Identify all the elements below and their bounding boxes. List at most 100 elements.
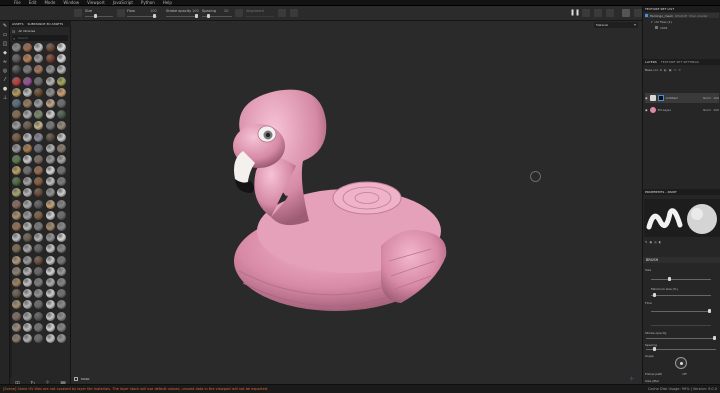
material-thumbnail[interactable] xyxy=(56,121,66,131)
flow-slider-track[interactable] xyxy=(651,311,711,312)
material-thumbnail[interactable] xyxy=(12,277,21,287)
material-thumbnail[interactable] xyxy=(34,266,44,276)
material-thumbnail[interactable] xyxy=(56,132,66,142)
material-thumbnail[interactable] xyxy=(34,132,44,142)
library-filter[interactable]: ⊟ All libraries xyxy=(10,28,71,34)
color-picker-icon[interactable]: ⁄ xyxy=(2,77,8,83)
material-thumbnail[interactable] xyxy=(23,188,33,198)
material-thumbnail[interactable] xyxy=(23,43,33,52)
material-thumbnail[interactable] xyxy=(23,154,33,164)
material-thumbnail[interactable] xyxy=(45,277,55,287)
material-thumbnail[interactable] xyxy=(34,222,44,231)
visibility-eye-icon[interactable]: ◉ xyxy=(645,108,648,112)
material-thumbnail[interactable] xyxy=(12,110,21,120)
material-thumbnail[interactable] xyxy=(34,177,44,187)
material-thumbnail[interactable] xyxy=(12,98,21,108)
material-tab-icon[interactable]: ◉ xyxy=(650,240,653,244)
material-thumbnail[interactable] xyxy=(34,300,44,310)
layer-row[interactable]: ◉ Untitled Norm 100 xyxy=(645,93,719,103)
material-thumbnail[interactable] xyxy=(45,289,55,299)
paint-mode-icon[interactable] xyxy=(622,9,630,17)
material-thumbnail[interactable] xyxy=(56,322,66,332)
material-thumbnail[interactable] xyxy=(12,289,21,299)
material-thumbnail[interactable] xyxy=(34,43,44,52)
material-thumbnail[interactable] xyxy=(12,188,21,198)
material-thumbnail[interactable] xyxy=(23,277,33,287)
material-thumbnail[interactable] xyxy=(23,132,33,142)
uv-tiles-row[interactable]: ▾ UV Tiles (1) xyxy=(651,19,672,24)
tab-layers[interactable]: LAYERS xyxy=(645,60,657,64)
material-thumbnail[interactable] xyxy=(12,322,21,332)
layer-blend-mode[interactable]: Norm xyxy=(703,96,711,100)
material-thumbnail[interactable] xyxy=(45,199,55,209)
material-thumbnail[interactable] xyxy=(23,222,33,231)
smudge-icon[interactable]: ≈ xyxy=(2,59,8,65)
material-thumbnail[interactable] xyxy=(34,54,44,64)
material-thumbnail[interactable] xyxy=(34,322,44,332)
menu-viewport[interactable]: Viewport xyxy=(87,0,105,5)
material-thumbnail[interactable] xyxy=(12,233,21,243)
material-thumbnail[interactable] xyxy=(12,177,21,187)
spacing-slider-knob[interactable] xyxy=(653,347,656,351)
size-slider-knob[interactable] xyxy=(668,277,671,281)
alignment-slider-track[interactable] xyxy=(246,16,274,17)
layer-blend-mode[interactable]: Norm xyxy=(703,108,711,112)
material-thumbnail[interactable] xyxy=(12,121,21,131)
material-thumbnail[interactable] xyxy=(23,333,33,343)
minimum-size-slider-track[interactable] xyxy=(651,295,711,296)
material-thumbnail[interactable] xyxy=(34,199,44,209)
material-thumbnail[interactable] xyxy=(45,177,55,187)
camera-icon[interactable] xyxy=(594,9,602,17)
blend-channel-dropdown[interactable]: Base col xyxy=(645,68,658,72)
material-thumbnail[interactable] xyxy=(45,110,55,120)
follow-path-toggle[interactable]: Off xyxy=(682,372,686,376)
material-thumbnail[interactable] xyxy=(45,76,55,86)
material-thumbnail[interactable] xyxy=(56,300,66,310)
material-thumbnail[interactable] xyxy=(45,43,55,52)
add-fill-icon[interactable]: ◐ xyxy=(664,68,667,72)
material-thumbnail[interactable] xyxy=(34,277,44,287)
eraser-icon[interactable]: ▭ xyxy=(2,32,8,38)
material-picker-icon[interactable]: ● xyxy=(2,86,8,92)
material-thumbnail[interactable] xyxy=(12,166,21,176)
material-thumbnail[interactable] xyxy=(23,233,33,243)
material-thumbnail[interactable] xyxy=(45,255,55,265)
material-thumbnail[interactable] xyxy=(45,54,55,64)
material-thumbnail[interactable] xyxy=(45,244,55,254)
material-thumbnail[interactable] xyxy=(56,110,66,120)
material-thumbnail[interactable] xyxy=(56,154,66,164)
material-thumbnail[interactable] xyxy=(34,289,44,299)
menu-window[interactable]: Window xyxy=(63,0,79,5)
size-slider-knob[interactable] xyxy=(94,14,97,18)
material-thumbnail[interactable] xyxy=(23,98,33,108)
material-thumbnail[interactable] xyxy=(45,333,55,343)
display-settings-icon[interactable] xyxy=(582,9,590,17)
layer-opacity[interactable]: 100 xyxy=(713,108,719,112)
brush-preview[interactable] xyxy=(644,199,720,237)
material-thumbnail[interactable] xyxy=(45,210,55,220)
size-slider-track[interactable] xyxy=(651,279,711,280)
material-thumbnail[interactable] xyxy=(12,199,21,209)
material-thumbnail[interactable] xyxy=(45,121,55,131)
stroke-opacity-slider-knob[interactable] xyxy=(195,14,198,18)
menu-file[interactable]: File xyxy=(14,0,21,5)
assets-search-input[interactable]: ⌕ Search xyxy=(12,35,68,41)
material-thumbnail[interactable] xyxy=(23,76,33,86)
status-warning-message[interactable]: [Scene] Some UV tiles are not covered by… xyxy=(3,387,268,391)
stroke-opacity-slider-track[interactable] xyxy=(646,338,716,339)
pause-icon[interactable]: ❚❚ xyxy=(570,9,580,17)
material-thumbnail[interactable] xyxy=(34,110,44,120)
material-thumbnail[interactable] xyxy=(34,311,44,321)
projection-icon[interactable]: ◫ xyxy=(2,41,8,47)
material-thumbnail[interactable] xyxy=(23,143,33,153)
tab-texture-set-settings[interactable]: TEXTURE SET SETTINGS xyxy=(661,60,699,64)
material-thumbnail[interactable] xyxy=(34,166,44,176)
material-thumbnail[interactable] xyxy=(23,87,33,97)
material-thumbnail[interactable] xyxy=(23,110,33,120)
menu-mode[interactable]: Mode xyxy=(44,0,55,5)
flow-icon[interactable] xyxy=(117,9,125,17)
material-thumbnail[interactable] xyxy=(34,87,44,97)
uv-tile-1001-row[interactable]: 1001 xyxy=(655,25,668,30)
material-thumbnail[interactable] xyxy=(34,233,44,243)
texture-set-row[interactable]: flamingo_mesh OPAQUE Main shader xyxy=(645,13,719,18)
